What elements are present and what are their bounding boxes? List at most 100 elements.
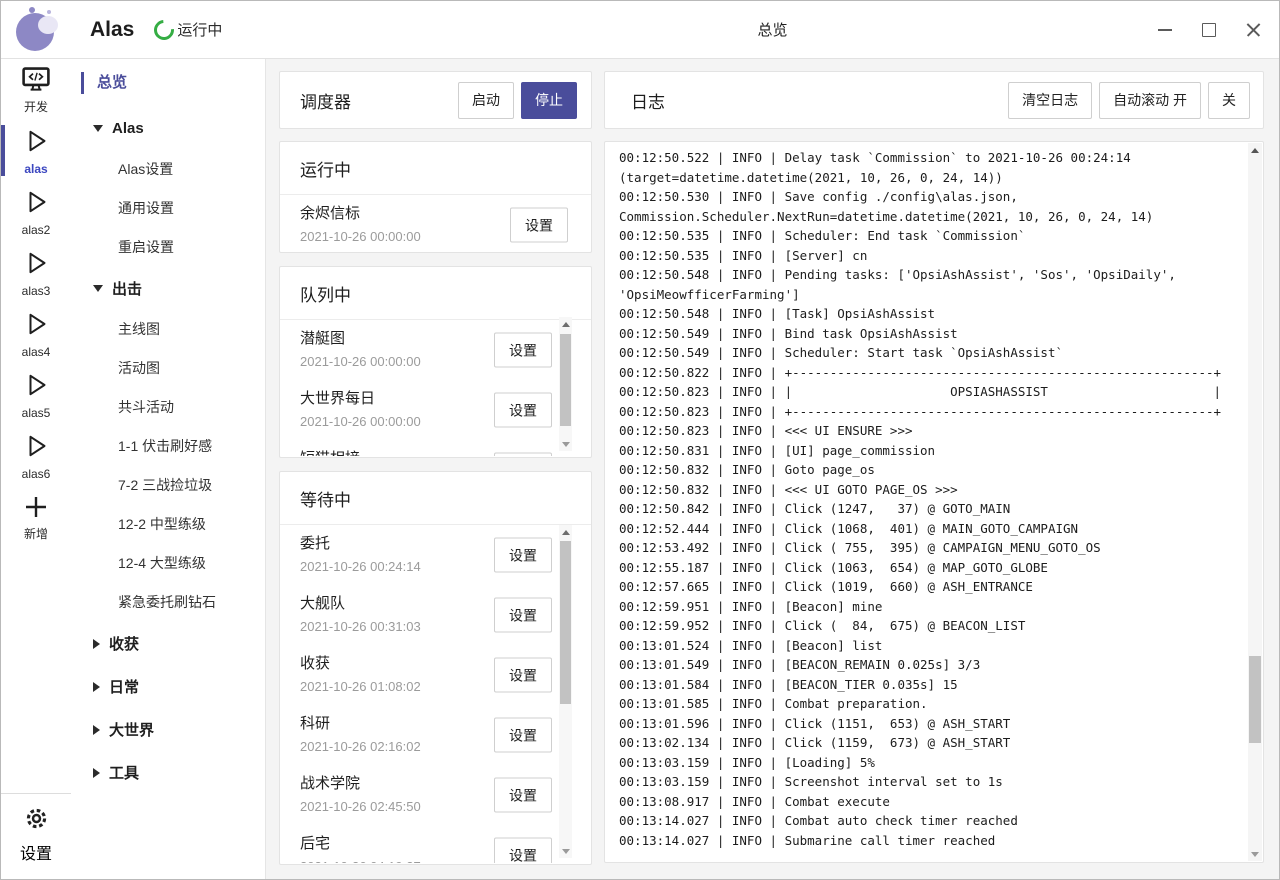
task-next-run-time: 2021-10-26 02:45:50 xyxy=(300,798,481,816)
pending-card-title: 队列中 xyxy=(280,267,591,320)
rail-item-add[interactable]: 新增 xyxy=(1,487,71,546)
instance-rail: 开发 alas alas2 alas3 alas4 alas5 alas6 新增 设置 xyxy=(1,58,72,879)
scrollbar-thumb[interactable] xyxy=(560,334,571,426)
rail-item-label: 新增 xyxy=(24,528,48,540)
menu-section-head[interactable]: 收获 xyxy=(71,622,265,665)
menu-section-head[interactable]: 日常 xyxy=(71,665,265,708)
pending-scrollbar[interactable] xyxy=(559,317,572,451)
log-off-button[interactable]: 关 xyxy=(1208,82,1250,119)
chevron-right-icon xyxy=(93,768,100,778)
task-row: 后宅2021-10-26 04:19:27设置 xyxy=(280,825,591,863)
log-title: 日志 xyxy=(631,88,665,113)
scrollbar-thumb[interactable] xyxy=(1249,656,1261,742)
maximize-icon xyxy=(1202,23,1216,37)
close-button[interactable] xyxy=(1231,1,1275,58)
menu-section-head[interactable]: 工具 xyxy=(71,751,265,794)
task-name: 余烬信标 xyxy=(300,202,481,225)
rail-item-alas6[interactable]: alas6 xyxy=(1,426,71,485)
clear-log-button[interactable]: 清空日志 xyxy=(1008,82,1092,119)
waiting-card-title: 等待中 xyxy=(280,472,591,525)
play-icon xyxy=(22,249,50,282)
task-row: 余烬信标2021-10-26 00:00:00设置 xyxy=(280,195,591,251)
rail-item-label: alas2 xyxy=(22,224,51,236)
rail-item-label: alas6 xyxy=(22,468,51,480)
task-setting-button[interactable]: 设置 xyxy=(494,778,552,813)
maximize-button[interactable] xyxy=(1187,1,1231,58)
chevron-right-icon xyxy=(93,682,100,692)
task-name: 收获 xyxy=(300,652,481,675)
play-icon xyxy=(22,310,50,343)
running-spinner-icon xyxy=(150,15,178,43)
task-next-run-time: 2021-10-26 01:08:02 xyxy=(300,678,481,696)
task-setting-button[interactable]: 设置 xyxy=(494,453,552,457)
rail-item-label: 设置 xyxy=(20,840,52,864)
menu-section-head[interactable]: Alas xyxy=(71,107,265,150)
rail-item-alas3[interactable]: alas3 xyxy=(1,243,71,302)
task-next-run-time: 2021-10-26 00:31:03 xyxy=(300,618,481,636)
minimize-button[interactable] xyxy=(1143,1,1187,58)
menu-item[interactable]: 活动图 xyxy=(71,349,265,388)
task-next-run-time: 2021-10-26 00:00:00 xyxy=(300,413,481,431)
log-scrollbar[interactable] xyxy=(1248,143,1262,861)
task-row: 科研2021-10-26 02:16:02设置 xyxy=(280,705,591,765)
menu-item[interactable]: 12-2 中型练级 xyxy=(71,505,265,544)
menu-item[interactable]: 7-2 三战捡垃圾 xyxy=(71,466,265,505)
log-card: 00:12:50.522 | INFO | Delay task `Commis… xyxy=(604,141,1264,863)
waiting-scrollbar[interactable] xyxy=(559,525,572,858)
rail-item-settings[interactable]: 设置 xyxy=(1,793,71,879)
play-icon xyxy=(22,127,50,160)
rail-item-label: alas5 xyxy=(22,407,51,419)
menu-section-head[interactable]: 大世界 xyxy=(71,708,265,751)
menu-item[interactable]: Alas设置 xyxy=(71,150,265,189)
scheduler-title: 调度器 xyxy=(300,88,351,113)
log-output: 00:12:50.522 | INFO | Delay task `Commis… xyxy=(619,148,1233,858)
scroll-down-icon xyxy=(562,849,570,854)
scheduler-status-label: 运行中 xyxy=(177,19,222,40)
menu-item[interactable]: 主线图 xyxy=(71,310,265,349)
task-next-run-time: 2021-10-26 00:00:00 xyxy=(300,353,481,371)
nav-menu: 总览 AlasAlas设置通用设置重启设置出击主线图活动图共斗活动1-1 伏击刷… xyxy=(71,58,266,879)
scrollbar-thumb[interactable] xyxy=(560,541,571,704)
menu-section-head[interactable]: 出击 xyxy=(71,267,265,310)
rail-item-alas5[interactable]: alas5 xyxy=(1,365,71,424)
task-setting-button[interactable]: 设置 xyxy=(510,208,568,243)
start-button[interactable]: 启动 xyxy=(458,82,514,119)
rail-item-label: alas xyxy=(24,163,47,175)
menu-section-label: 日常 xyxy=(109,676,139,697)
task-setting-button[interactable]: 设置 xyxy=(494,393,552,428)
task-setting-button[interactable]: 设置 xyxy=(494,838,552,864)
menu-item[interactable]: 通用设置 xyxy=(71,189,265,228)
task-setting-button[interactable]: 设置 xyxy=(494,538,552,573)
task-row: 大舰队2021-10-26 00:31:03设置 xyxy=(280,585,591,645)
scroll-up-icon xyxy=(562,322,570,327)
task-setting-button[interactable]: 设置 xyxy=(494,333,552,368)
task-setting-button[interactable]: 设置 xyxy=(494,718,552,753)
menu-item[interactable]: 12-4 大型练级 xyxy=(71,544,265,583)
task-next-run-time: 2021-10-26 02:16:02 xyxy=(300,738,481,756)
autoscroll-toggle-button[interactable]: 自动滚动 开 xyxy=(1099,82,1201,119)
rail-item-label: alas3 xyxy=(22,285,51,297)
menu-item[interactable]: 紧急委托刷钻石 xyxy=(71,583,265,622)
menu-item-overview[interactable]: 总览 xyxy=(71,71,265,95)
task-next-run-time: 2021-10-26 04:19:27 xyxy=(300,858,481,863)
app-title: Alas xyxy=(90,18,134,42)
stop-button[interactable]: 停止 xyxy=(521,82,577,119)
menu-section-label: 出击 xyxy=(112,278,142,299)
menu-item[interactable]: 共斗活动 xyxy=(71,388,265,427)
rail-item-dev[interactable]: 开发 xyxy=(1,60,71,119)
task-row: 委托2021-10-26 00:24:14设置 xyxy=(280,525,591,585)
menu-item[interactable]: 重启设置 xyxy=(71,228,265,267)
scroll-up-icon xyxy=(1251,148,1259,153)
code-monitor-icon xyxy=(21,66,51,98)
waiting-card: 等待中 委托2021-10-26 00:24:14设置大舰队2021-10-26… xyxy=(279,471,592,865)
menu-item[interactable]: 1-1 伏击刷好感 xyxy=(71,427,265,466)
task-name: 潜艇图 xyxy=(300,327,481,350)
task-setting-button[interactable]: 设置 xyxy=(494,658,552,693)
rail-item-alas2[interactable]: alas2 xyxy=(1,182,71,241)
task-setting-button[interactable]: 设置 xyxy=(494,598,552,633)
task-name: 大世界每日 xyxy=(300,387,481,410)
rail-item-alas[interactable]: alas xyxy=(1,121,71,180)
chevron-right-icon xyxy=(93,639,100,649)
scheduler-card: 调度器 启动 停止 xyxy=(279,71,592,129)
rail-item-alas4[interactable]: alas4 xyxy=(1,304,71,363)
